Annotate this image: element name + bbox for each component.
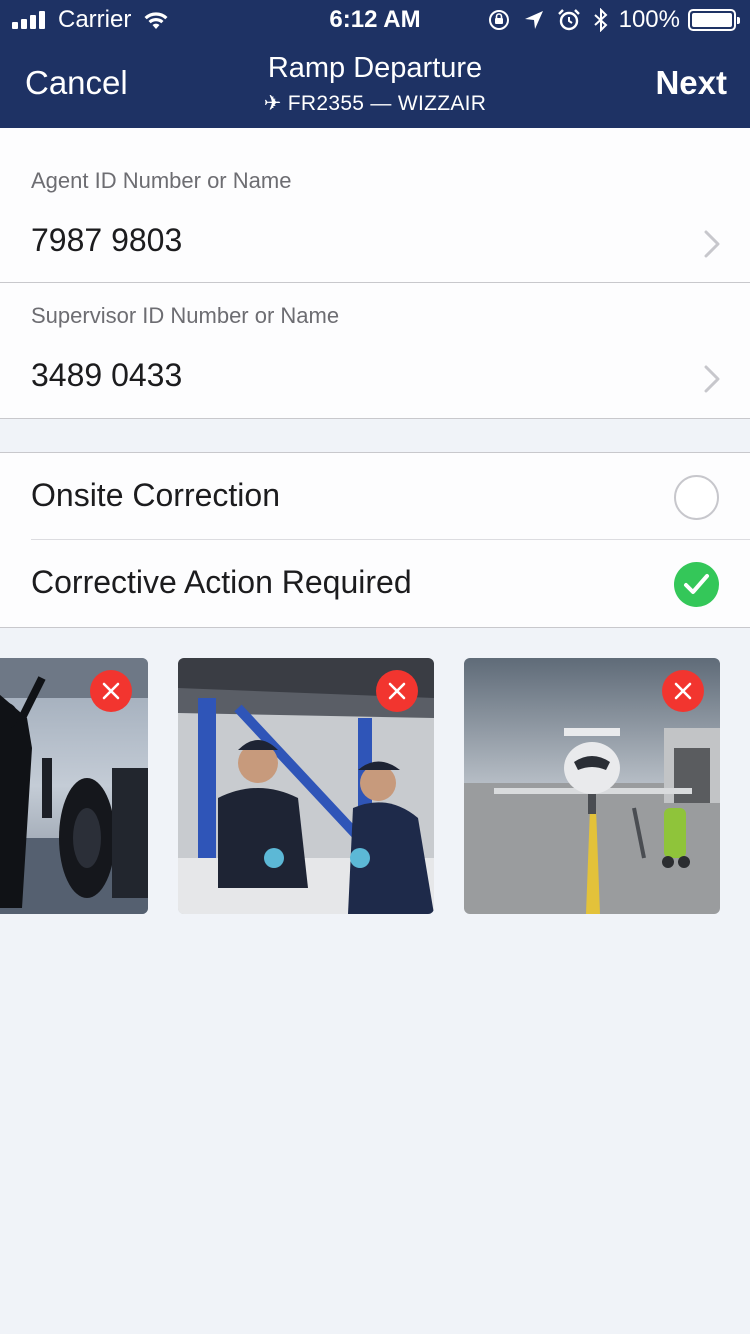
agent-id-label: Agent ID Number or Name [31, 168, 292, 193]
remove-photo-button[interactable] [376, 670, 418, 712]
rotation-lock-icon [488, 10, 509, 30]
remove-photo-button[interactable] [662, 670, 704, 712]
agent-id-field[interactable]: Agent ID Number or Name 7987 9803 [0, 128, 750, 283]
bluetooth-icon [593, 8, 608, 32]
agent-id-value: 7987 9803 [31, 222, 183, 258]
photo-thumbnail[interactable] [178, 658, 434, 914]
option-label: Corrective Action Required [31, 564, 412, 600]
photo-thumbnail[interactable] [0, 658, 148, 914]
option-label: Onsite Correction [31, 477, 280, 513]
next-button[interactable]: Next [655, 64, 727, 102]
close-icon [674, 682, 692, 700]
battery-percentage: 100% [618, 6, 680, 33]
photo-gallery[interactable] [0, 658, 750, 914]
supervisor-id-label: Supervisor ID Number or Name [31, 303, 340, 328]
corrective-action-option[interactable]: Corrective Action Required [0, 540, 750, 627]
flight-subtitle: ✈ FR2355 — WIZZAIR [263, 92, 487, 115]
page-title: Ramp Departure [267, 52, 483, 84]
location-arrow-icon [524, 11, 543, 29]
unchecked-radio[interactable] [674, 475, 719, 520]
correction-options-section: Onsite Correction Corrective Action Requ… [0, 452, 750, 628]
chevron-right-icon [704, 230, 720, 258]
photo-thumbnail[interactable] [464, 658, 720, 914]
alarm-icon [557, 9, 580, 31]
supervisor-id-value: 3489 0433 [31, 357, 183, 393]
navigation-header: Carrier 6:12 AM 100% Cancel Ramp Departu… [0, 0, 750, 128]
checked-radio[interactable] [674, 562, 719, 607]
checkmark-icon [684, 574, 709, 594]
status-right: 100% [475, 6, 740, 34]
remove-photo-button[interactable] [90, 670, 132, 712]
supervisor-id-field[interactable]: Supervisor ID Number or Name 3489 0433 [0, 283, 750, 428]
battery-icon [688, 9, 740, 31]
close-icon [102, 682, 120, 700]
chevron-right-icon [704, 365, 720, 393]
status-bar: Carrier 6:12 AM 100% [0, 0, 750, 40]
close-icon [388, 682, 406, 700]
id-fields-section: Agent ID Number or Name 7987 9803 Superv… [0, 128, 750, 419]
onsite-correction-option[interactable]: Onsite Correction [0, 453, 750, 540]
